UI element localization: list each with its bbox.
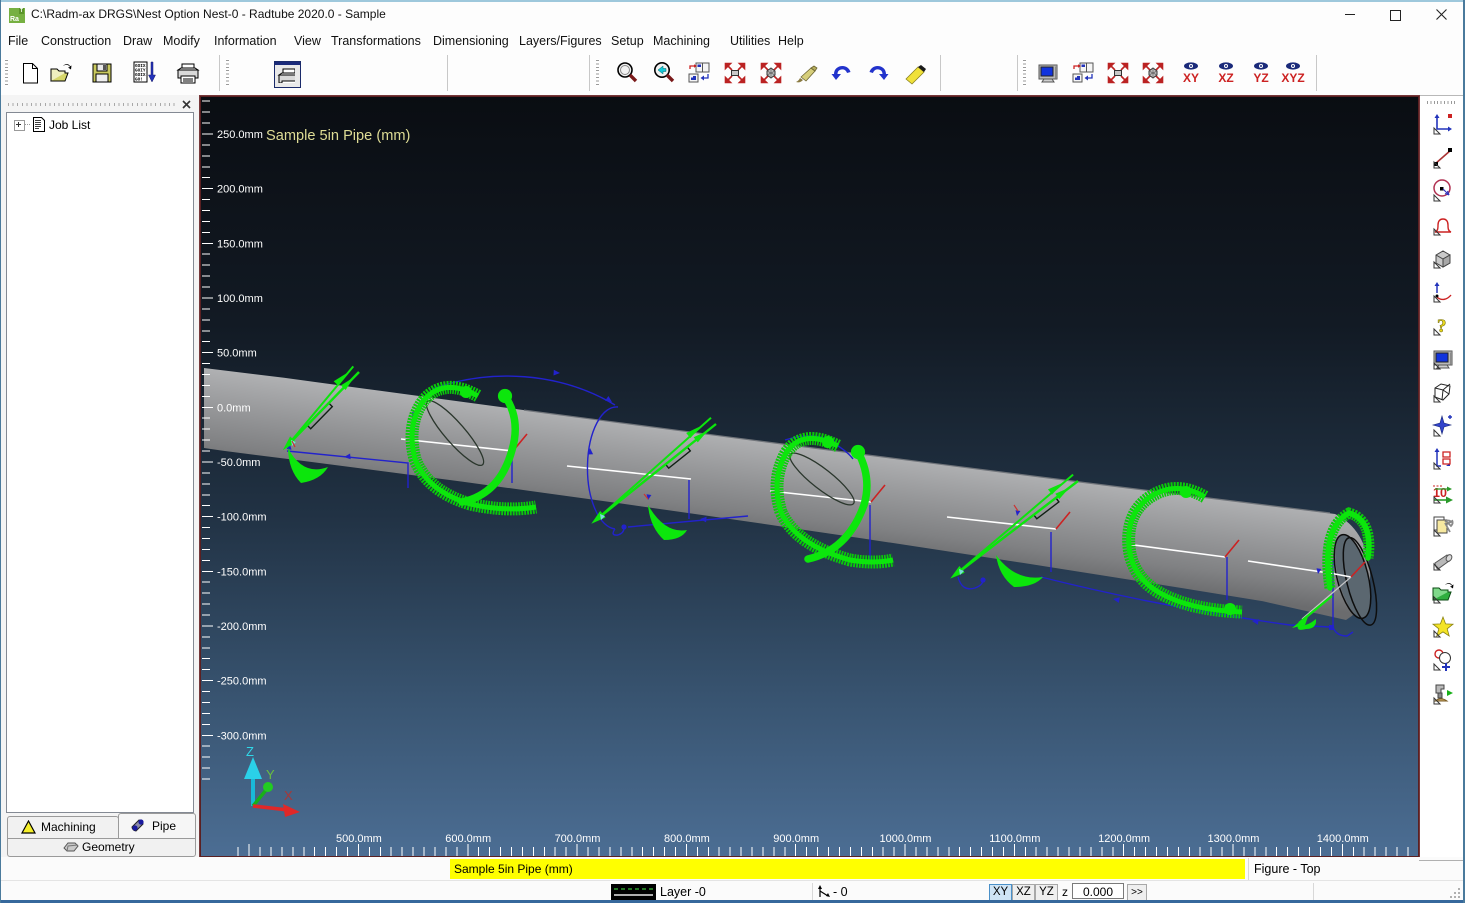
svg-text:1200.0mm: 1200.0mm <box>1098 833 1150 845</box>
svg-text:XZ: XZ <box>1218 71 1233 85</box>
svg-text:50.0mm: 50.0mm <box>217 348 257 360</box>
svg-text:700.0mm: 700.0mm <box>555 833 601 845</box>
svg-text:-100.0mm: -100.0mm <box>217 512 267 524</box>
svg-text:800.0mm: 800.0mm <box>664 833 710 845</box>
svg-text:XYZ: XYZ <box>1281 71 1304 85</box>
svg-text:-250.0mm: -250.0mm <box>217 676 267 688</box>
svg-text:1300.0mm: 1300.0mm <box>1208 833 1260 845</box>
svg-text:X: X <box>284 788 293 803</box>
svg-text:-50.0mm: -50.0mm <box>217 457 260 469</box>
svg-text:Y: Y <box>266 767 275 782</box>
svg-text:-300.0mm: -300.0mm <box>217 730 267 742</box>
svg-text:-200.0mm: -200.0mm <box>217 621 267 633</box>
svg-text:XY: XY <box>1183 71 1199 85</box>
svg-text:150.0mm: 150.0mm <box>217 238 263 250</box>
svg-text:Z: Z <box>246 744 254 759</box>
svg-text:250.0mm: 250.0mm <box>217 129 263 141</box>
svg-text:1000.0mm: 1000.0mm <box>880 833 932 845</box>
svg-text:YZ: YZ <box>1253 71 1268 85</box>
svg-text:1100.0mm: 1100.0mm <box>989 833 1040 845</box>
svg-text:600.0mm: 600.0mm <box>445 833 491 845</box>
svg-text:1400.0mm: 1400.0mm <box>1317 833 1369 845</box>
svg-text:-150.0mm: -150.0mm <box>217 566 267 578</box>
svg-text:GO!: GO! <box>135 78 143 83</box>
svg-text:500.0mm: 500.0mm <box>336 833 382 845</box>
svg-text:900.0mm: 900.0mm <box>773 833 819 845</box>
svg-text:Sample 5in Pipe (mm): Sample 5in Pipe (mm) <box>266 128 410 144</box>
svg-text:0.0mm: 0.0mm <box>217 402 251 414</box>
svg-text:100.0mm: 100.0mm <box>217 293 263 305</box>
svg-text:200.0mm: 200.0mm <box>217 184 263 196</box>
